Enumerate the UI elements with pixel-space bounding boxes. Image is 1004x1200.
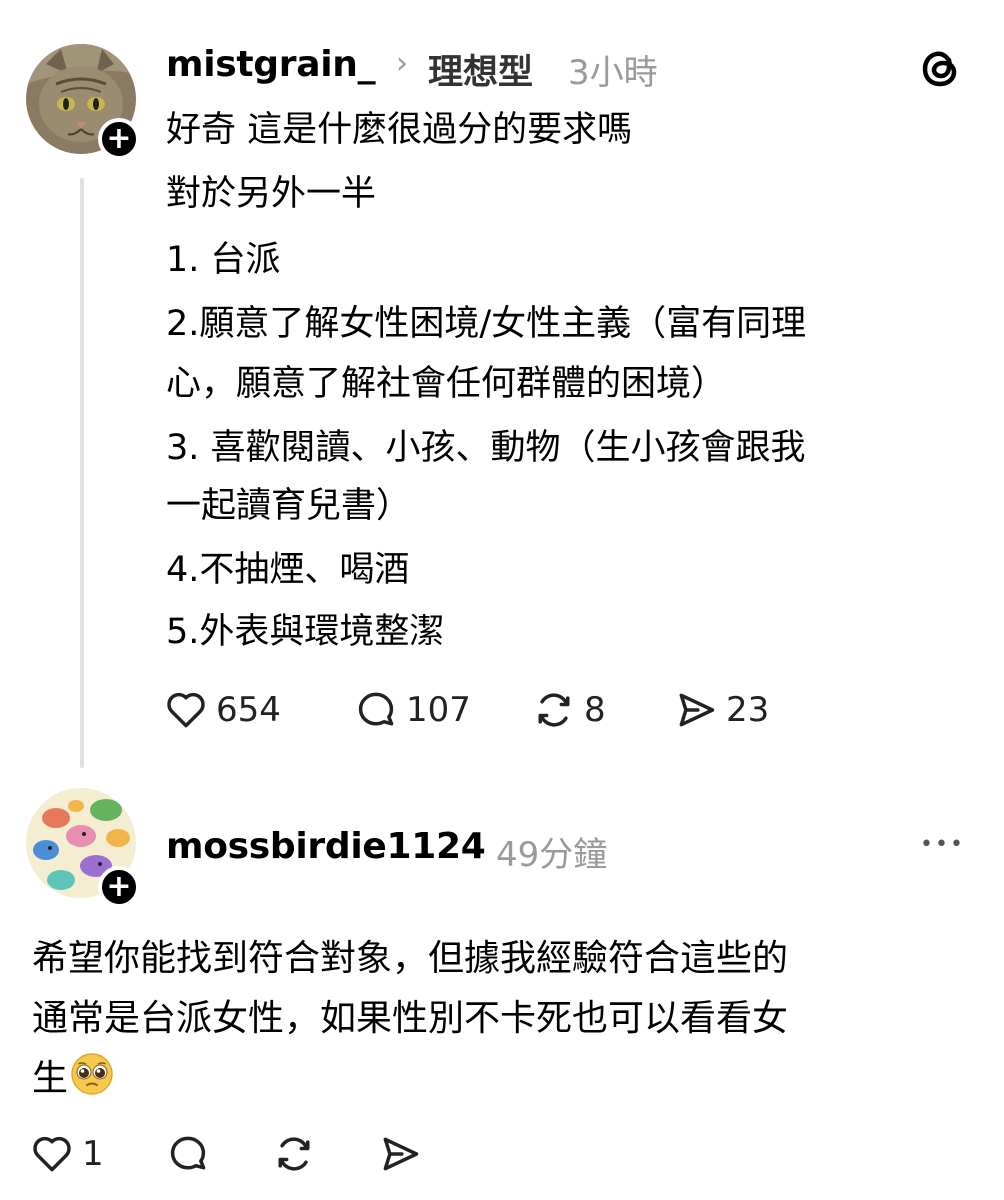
repost-count: 8	[584, 690, 606, 730]
share-count: 23	[726, 690, 770, 730]
reply-button[interactable]	[166, 1132, 210, 1176]
follow-button[interactable]: +	[98, 866, 140, 908]
repost-button[interactable]	[272, 1132, 316, 1176]
like-button[interactable]: 654	[164, 688, 281, 732]
reply-button[interactable]: 107	[354, 688, 471, 732]
post-text-line: 3. 喜歡閱讀、小孩、動物（生小孩會跟我	[166, 428, 806, 468]
reply-count: 107	[406, 690, 471, 730]
reply-text-line: 通常是台派女性，如果性別不卡死也可以看看女	[32, 998, 789, 1039]
comment-icon	[358, 692, 394, 726]
post-text-line: 心，願意了解社會任何群體的困境）	[166, 364, 727, 404]
post-username[interactable]: mistgrain_	[166, 44, 376, 85]
threads-logo-icon[interactable]	[920, 46, 964, 90]
heart-icon	[167, 692, 205, 728]
share-button[interactable]	[378, 1132, 422, 1176]
post-text-line: 一起讀育兒書）	[166, 486, 412, 526]
reply-text-line: 生 🥺	[32, 1052, 114, 1102]
like-button[interactable]: 1	[30, 1132, 104, 1176]
post-text-line: 1. 台派	[166, 240, 281, 280]
thread-line	[80, 178, 84, 768]
more-icon[interactable]: •••	[920, 832, 965, 857]
follow-button[interactable]: +	[98, 118, 140, 160]
heart-icon	[33, 1136, 71, 1172]
reply-username[interactable]: mossbirdie1124	[166, 826, 486, 867]
chevron-right-icon: ›	[396, 46, 408, 81]
post-text-line: 5.外表與環境整潔	[166, 612, 445, 652]
post-text-line: 對於另外一半	[166, 174, 377, 214]
post-text-line: 4.不抽煙、喝酒	[166, 550, 410, 590]
post-text-line: 2.願意了解女性困境/女性主義（富有同理	[166, 304, 807, 344]
repost-icon	[538, 693, 570, 727]
repost-icon	[278, 1137, 310, 1171]
reply-text: 生	[32, 1058, 69, 1099]
like-count: 1	[82, 1134, 104, 1174]
comment-icon	[170, 1136, 206, 1170]
reply-text-line: 希望你能找到符合對象，但據我經驗符合這些的	[32, 938, 789, 979]
post-time: 3小時	[568, 53, 658, 93]
repost-button[interactable]: 8	[532, 688, 606, 732]
reply-time: 49分鐘	[496, 835, 608, 875]
share-button[interactable]: 23	[674, 688, 769, 732]
like-count: 654	[216, 690, 281, 730]
share-icon	[679, 693, 715, 727]
post-text-line: 好奇 這是什麼很過分的要求嗎	[166, 110, 633, 150]
pleading-face-emoji	[70, 1052, 114, 1096]
share-icon	[383, 1137, 419, 1171]
topic-tag[interactable]: 理想型	[428, 44, 533, 95]
